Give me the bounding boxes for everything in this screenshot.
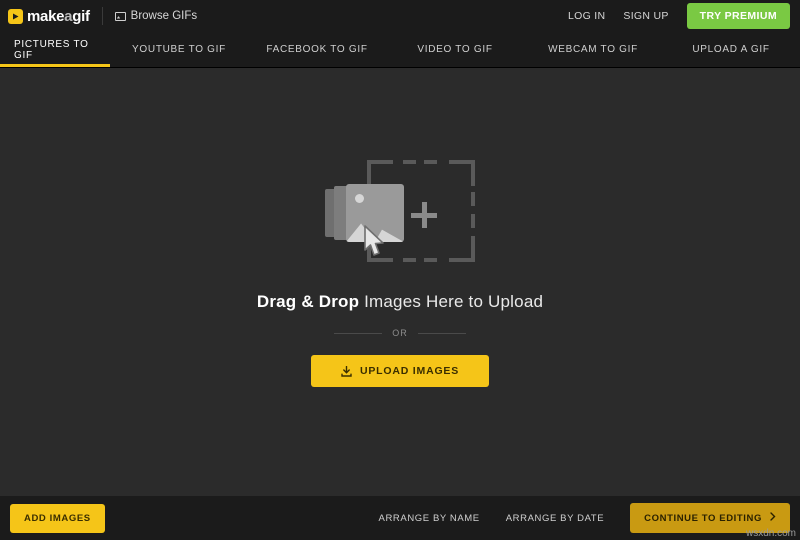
header-actions: LOG IN SIGN UP TRY PREMIUM — [568, 3, 790, 29]
arrange-by-date-button[interactable]: ARRANGE BY DATE — [506, 513, 604, 524]
dropzone-headline-bold: Drag & Drop — [256, 292, 360, 311]
image-icon — [114, 11, 126, 21]
or-line-right — [417, 332, 466, 334]
or-label: OR — [392, 328, 408, 338]
tab-webcam-to-gif[interactable]: WEBCAM TO GIF — [524, 32, 662, 67]
header-divider — [101, 7, 103, 25]
try-premium-button[interactable]: TRY PREMIUM — [686, 3, 790, 29]
upload-images-label: UPLOAD IMAGES — [359, 365, 460, 377]
dropzone-headline-rest: Images Here to Upload — [359, 292, 544, 311]
watermark: wsxdn.com — [745, 528, 796, 539]
upload-icon — [341, 365, 352, 377]
main-nav: PICTURES TO GIF YOUTUBE TO GIF FACEBOOK … — [0, 32, 800, 68]
site-logo[interactable]: makeagif — [8, 8, 90, 25]
top-bar: makeagif Browse GIFs LOG IN SIGN UP TRY … — [0, 0, 800, 32]
tab-label: VIDEO TO GIF — [417, 44, 493, 55]
add-images-button[interactable]: ADD IMAGES — [10, 503, 105, 533]
tab-youtube-to-gif[interactable]: YOUTUBE TO GIF — [110, 32, 248, 67]
or-separator: OR — [334, 328, 466, 338]
signup-link[interactable]: SIGN UP — [623, 10, 668, 22]
browse-gifs-link[interactable]: Browse GIFs — [114, 10, 198, 22]
tab-label: UPLOAD A GIF — [692, 44, 770, 55]
or-line-left — [334, 332, 383, 334]
chevron-right-icon — [770, 512, 776, 524]
browse-gifs-label: Browse GIFs — [130, 10, 198, 22]
logo-text-a: a — [64, 7, 73, 25]
logo-text-gif: gif — [72, 7, 90, 25]
play-arrow-icon — [8, 8, 23, 24]
drop-zone[interactable]: Drag & Drop Images Here to Upload OR UPL… — [0, 68, 800, 532]
tab-facebook-to-gif[interactable]: FACEBOOK TO GIF — [248, 32, 386, 67]
tab-label: PICTURES TO GIF — [14, 38, 89, 61]
tab-label: FACEBOOK TO GIF — [266, 44, 368, 55]
tab-video-to-gif[interactable]: VIDEO TO GIF — [386, 32, 524, 67]
cursor-icon — [361, 224, 391, 264]
logo-text: makeagif — [27, 8, 90, 25]
dropzone-headline: Drag & Drop Images Here to Upload — [257, 292, 543, 312]
continue-label: CONTINUE TO EDITING — [644, 512, 762, 524]
tab-label: WEBCAM TO GIF — [548, 44, 638, 55]
image-upload-placeholder-icon — [325, 160, 475, 270]
tab-label: YOUTUBE TO GIF — [132, 44, 226, 55]
bottom-bar: ADD IMAGES ARRANGE BY NAME ARRANGE BY DA… — [0, 496, 800, 540]
tab-upload-a-gif[interactable]: UPLOAD A GIF — [662, 32, 800, 67]
login-link[interactable]: LOG IN — [568, 10, 605, 22]
bottom-bar-actions: ARRANGE BY NAME ARRANGE BY DATE CONTINUE… — [379, 503, 790, 533]
tab-pictures-to-gif[interactable]: PICTURES TO GIF — [0, 32, 110, 67]
upload-images-button[interactable]: UPLOAD IMAGES — [310, 355, 490, 387]
logo-text-make: make — [27, 7, 65, 25]
arrange-by-name-button[interactable]: ARRANGE BY NAME — [379, 513, 480, 524]
